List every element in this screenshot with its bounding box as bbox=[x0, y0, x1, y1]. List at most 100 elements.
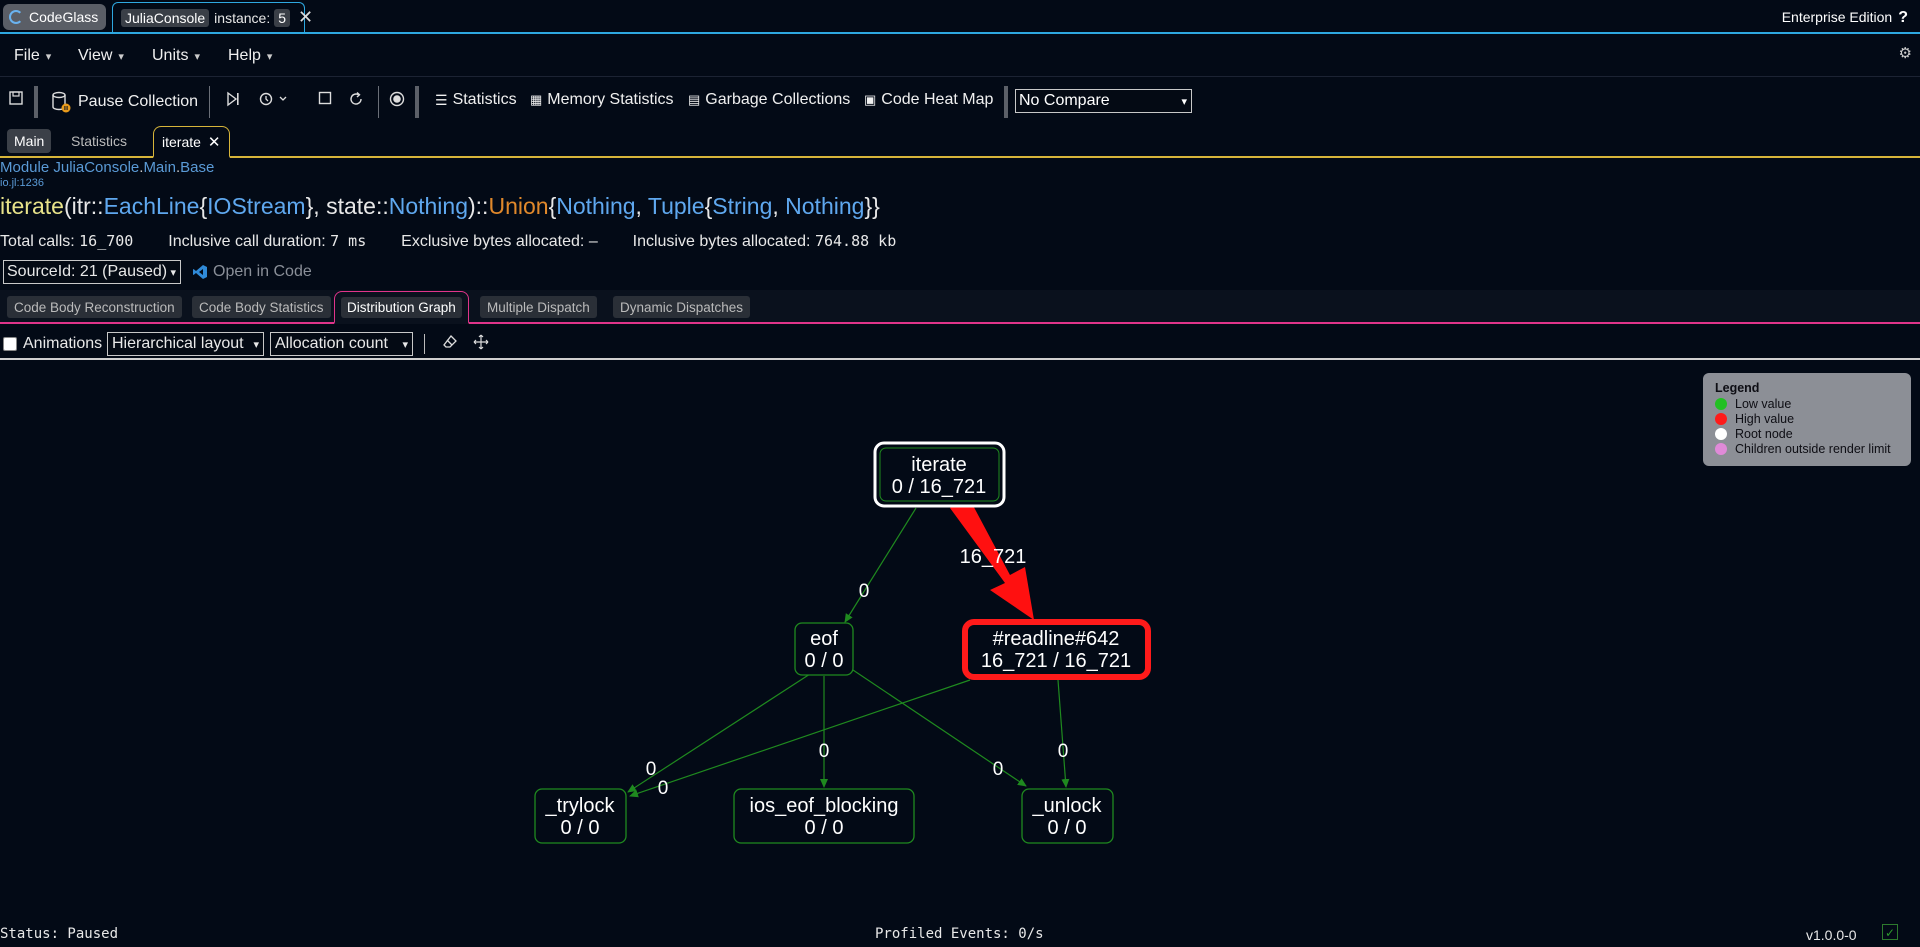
distribution-graph[interactable]: 0 16_721 0 0 0 0 0 iterate 0 / 16_721 eo… bbox=[0, 360, 1920, 915]
menu-units[interactable]: Units ▾ bbox=[152, 47, 200, 65]
close-icon[interactable]: ✕ bbox=[208, 133, 221, 151]
profiled-events: Profiled Events: 0/s bbox=[875, 926, 1044, 942]
pause-collection-label: Pause Collection bbox=[78, 93, 199, 110]
sig-type: Nothing bbox=[556, 193, 636, 219]
tab-codeglass[interactable]: CodeGlass bbox=[3, 4, 106, 30]
sig-type: EachLine bbox=[103, 193, 200, 219]
graph-node-eof[interactable]: eof 0 / 0 bbox=[794, 622, 854, 676]
graph-node-unlock[interactable]: _unlock 0 / 0 bbox=[1021, 788, 1114, 844]
tab-code-body-reconstruction[interactable]: Code Body Reconstruction bbox=[7, 296, 182, 318]
tab-label: Distribution Graph bbox=[341, 296, 462, 318]
node-value: 0 / 0 bbox=[805, 817, 844, 839]
garbage-collections-button[interactable]: ▤ Garbage Collections bbox=[688, 91, 850, 109]
module-part[interactable]: Base bbox=[180, 159, 214, 176]
edge-iterate-eof bbox=[844, 507, 917, 623]
sig-type: String bbox=[712, 193, 773, 219]
module-part[interactable]: Main bbox=[143, 159, 176, 176]
close-icon[interactable]: ✕ bbox=[298, 7, 313, 28]
toolbar-separator bbox=[1004, 86, 1008, 118]
statistics-icon: ☰ bbox=[435, 91, 448, 108]
view-tabs: Code Body Reconstruction Code Body Stati… bbox=[0, 290, 1920, 324]
tab-label: Code Body Reconstruction bbox=[14, 299, 175, 315]
sig-arg: itr bbox=[71, 193, 91, 219]
graph-node-iterate[interactable]: iterate 0 / 16_721 bbox=[873, 441, 1006, 508]
tab-main[interactable]: Main bbox=[7, 129, 52, 153]
play-step-icon[interactable] bbox=[225, 91, 241, 107]
animations-toggle[interactable]: Animations bbox=[3, 335, 102, 353]
metric-select[interactable]: Allocation count ▾ bbox=[270, 332, 413, 356]
menu-file[interactable]: File ▾ bbox=[14, 47, 51, 65]
metric-select-value: Allocation count bbox=[275, 335, 388, 352]
toolbar-separator bbox=[378, 86, 379, 118]
edge-label: 0 bbox=[646, 759, 657, 780]
toolbar-separator bbox=[34, 86, 38, 118]
file-location-link[interactable]: io.jl:1236 bbox=[0, 177, 44, 189]
tab-juliaconsole[interactable]: JuliaConsole instance: 5 ✕ bbox=[112, 2, 313, 32]
sig-type: IOStream bbox=[207, 193, 306, 219]
sig-fn: iterate bbox=[0, 193, 64, 219]
open-in-code-button[interactable]: Open in Code bbox=[192, 263, 312, 281]
tab-label: Dynamic Dispatches bbox=[620, 299, 744, 315]
source-select-value: SourceId: 21 (Paused) bbox=[7, 263, 168, 280]
tab-dynamic-dispatches[interactable]: Dynamic Dispatches bbox=[613, 296, 751, 318]
graph-node-readline[interactable]: #readline#642 16_721 / 16_721 bbox=[962, 619, 1151, 680]
compare-select[interactable]: No Compare ▾ bbox=[1015, 89, 1192, 113]
total-calls-label: Total calls: bbox=[0, 233, 75, 250]
inclusive-bytes-label: Inclusive bytes allocated: bbox=[632, 233, 811, 250]
gear-icon[interactable]: ⚙ bbox=[1899, 44, 1912, 62]
toolbar: Pause Collection ☰ Statistics ▦ Memory S… bbox=[0, 78, 1920, 126]
inclusive-duration-label: Inclusive call duration: bbox=[168, 233, 326, 250]
save-icon[interactable] bbox=[9, 91, 23, 105]
source-select[interactable]: SourceId: 21 (Paused) ▾ bbox=[3, 260, 181, 284]
tab-statistics[interactable]: Statistics bbox=[64, 129, 134, 153]
edge-label: 0 bbox=[658, 778, 669, 799]
chevron-down-icon: ▾ bbox=[118, 51, 124, 63]
tab-multiple-dispatch[interactable]: Multiple Dispatch bbox=[480, 296, 597, 318]
module-part[interactable]: JuliaConsole bbox=[53, 159, 139, 176]
tab-iterate[interactable]: iterate ✕ bbox=[153, 126, 230, 158]
node-name: iterate bbox=[911, 454, 967, 476]
menu-view[interactable]: View ▾ bbox=[78, 47, 124, 65]
edge-label: 0 bbox=[819, 741, 830, 762]
open-in-code-label: Open in Code bbox=[213, 263, 312, 280]
toolbar-separator bbox=[424, 334, 425, 354]
help-icon[interactable]: ? bbox=[1898, 9, 1908, 26]
animations-label: Animations bbox=[23, 335, 103, 352]
statistics-button[interactable]: ☰ Statistics bbox=[435, 91, 517, 109]
memory-statistics-button[interactable]: ▦ Memory Statistics bbox=[530, 91, 674, 109]
layout-select[interactable]: Hierarchical layout ▾ bbox=[107, 332, 264, 356]
graph-node-trylock[interactable]: _trylock 0 / 0 bbox=[534, 788, 627, 844]
graph-node-ios-eof-blocking[interactable]: ios_eof_blocking 0 / 0 bbox=[733, 788, 915, 844]
record-icon[interactable] bbox=[389, 91, 405, 107]
document-tabs: Main Statistics iterate ✕ bbox=[0, 126, 1920, 158]
eraser-icon[interactable] bbox=[442, 334, 458, 355]
pause-collection-button[interactable]: Pause Collection bbox=[50, 91, 198, 113]
exclusive-bytes-label: Exclusive bytes allocated: bbox=[401, 233, 585, 250]
move-icon[interactable] bbox=[473, 334, 489, 355]
stop-icon[interactable] bbox=[318, 91, 332, 105]
tab-code-body-statistics[interactable]: Code Body Statistics bbox=[192, 296, 331, 318]
refresh-icon[interactable] bbox=[348, 91, 364, 107]
edge-label: 0 bbox=[993, 759, 1004, 780]
sig-type: Nothing bbox=[388, 193, 468, 219]
menu-help[interactable]: Help ▾ bbox=[228, 47, 272, 65]
code-heat-map-button[interactable]: ▣ Code Heat Map bbox=[864, 91, 993, 109]
edge-label: 0 bbox=[859, 581, 870, 602]
edge-label: 0 bbox=[1058, 741, 1069, 762]
instance-label: instance: bbox=[214, 9, 271, 26]
toolbar-separator bbox=[415, 86, 419, 118]
animations-checkbox[interactable] bbox=[3, 337, 17, 351]
menu-bar: File ▾ View ▾ Units ▾ Help ▾ bbox=[0, 34, 1920, 77]
node-value: 0 / 16_721 bbox=[892, 476, 987, 498]
timer-dropdown-icon[interactable] bbox=[259, 91, 289, 107]
tab-main-label: Main bbox=[14, 133, 45, 149]
database-pause-icon bbox=[52, 91, 71, 113]
tab-distribution-graph[interactable]: Distribution Graph bbox=[334, 291, 469, 324]
chevron-down-icon: ▾ bbox=[253, 338, 259, 351]
function-signature: iterate(itr::EachLine{IOStream}, state::… bbox=[0, 193, 880, 219]
tab-codeglass-label: CodeGlass bbox=[29, 9, 99, 25]
codeglass-logo-icon bbox=[9, 10, 23, 24]
sig-arg: state bbox=[326, 193, 376, 219]
graph-toolbar: Animations Hierarchical layout ▾ Allocat… bbox=[0, 326, 1920, 360]
toolbar-separator bbox=[209, 86, 210, 118]
